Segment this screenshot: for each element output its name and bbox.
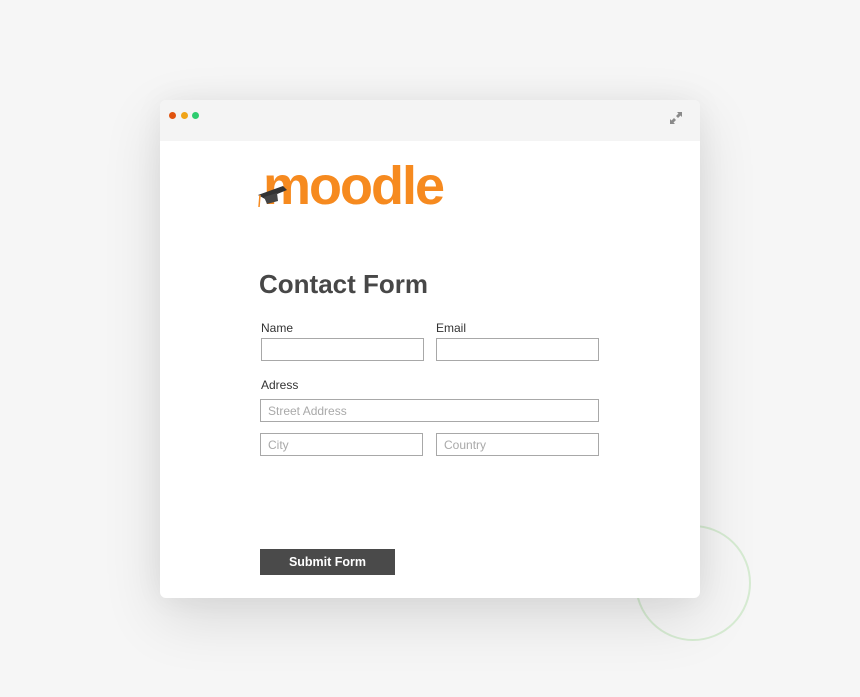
- page-content: moodle Contact Form Name Email Adress Su…: [160, 141, 700, 598]
- country-input[interactable]: [436, 433, 599, 456]
- close-window-button[interactable]: [169, 112, 176, 119]
- street-address-input[interactable]: [260, 399, 599, 422]
- expand-arrows-icon[interactable]: [668, 110, 684, 126]
- graduation-cap-icon: [258, 186, 287, 208]
- minimize-window-button[interactable]: [181, 112, 188, 119]
- browser-window: moodle Contact Form Name Email Adress Su…: [160, 100, 700, 598]
- city-input[interactable]: [260, 433, 423, 456]
- email-label: Email: [436, 321, 467, 335]
- submit-form-button[interactable]: Submit Form: [260, 549, 395, 575]
- page-title: Contact Form: [259, 269, 428, 299]
- moodle-logo: moodle: [255, 159, 445, 219]
- address-label: Adress: [261, 378, 299, 392]
- window-titlebar: [160, 100, 700, 141]
- maximize-window-button[interactable]: [192, 112, 199, 119]
- name-input[interactable]: [261, 338, 424, 361]
- email-input[interactable]: [436, 338, 599, 361]
- name-label: Name: [261, 321, 294, 335]
